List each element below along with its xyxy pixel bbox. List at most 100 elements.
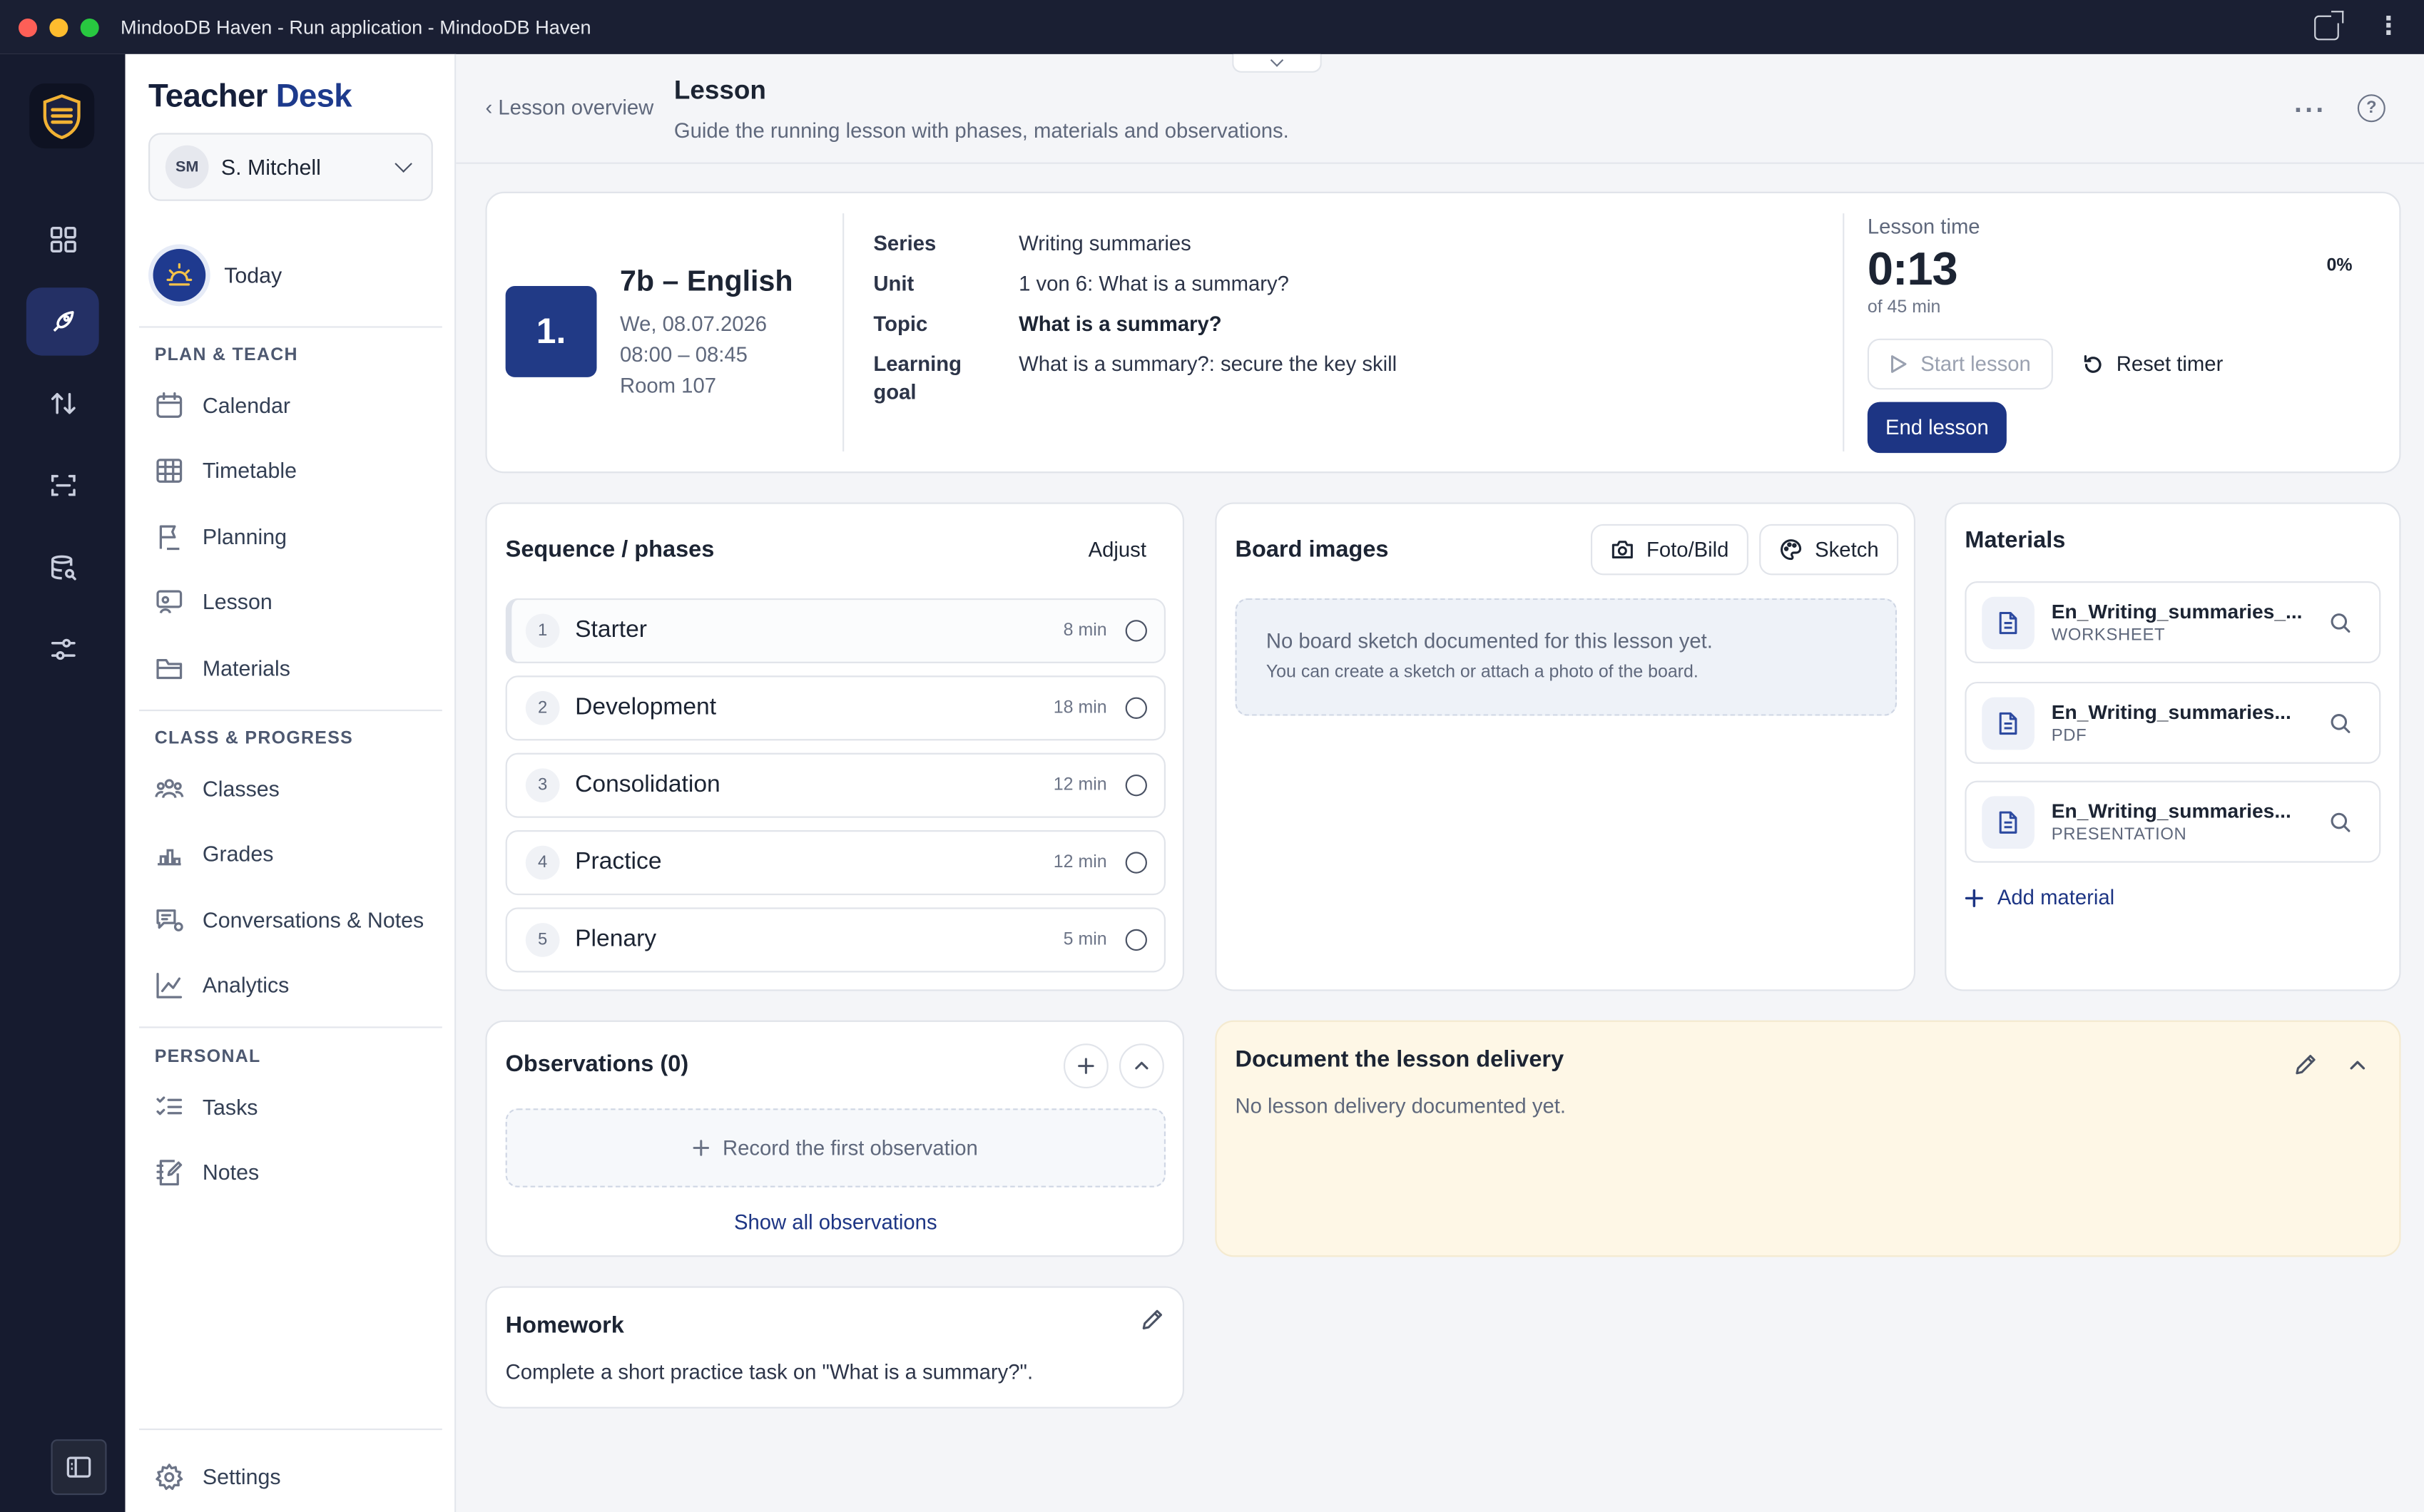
phase-duration: 5 min (1063, 930, 1107, 949)
sidebar-item-label: Analytics (202, 972, 290, 998)
rail-database[interactable] (26, 533, 99, 601)
phase-complete-toggle[interactable] (1125, 620, 1147, 642)
sidebar-item-materials[interactable]: Materials (155, 648, 290, 688)
sidebar-item-grades[interactable]: Grades (155, 833, 273, 873)
close-window-button[interactable] (19, 17, 38, 36)
record-first-observation-button[interactable]: Record the first observation (505, 1108, 1166, 1187)
start-lesson-button[interactable]: Start lesson (1867, 338, 2053, 390)
pencil-icon[interactable] (2294, 1053, 2318, 1076)
phase-row[interactable]: 1 Starter 8 min (505, 598, 1166, 663)
rail-transfer[interactable] (26, 369, 99, 437)
divider (139, 1428, 442, 1431)
search-icon[interactable] (2330, 811, 2351, 832)
phase-row[interactable]: 5 Plenary 5 min (505, 907, 1166, 973)
end-lesson-button[interactable]: End lesson (1867, 402, 2007, 454)
phase-complete-toggle[interactable] (1125, 852, 1147, 874)
back-link-lesson-overview[interactable]: ‹ Lesson overview (485, 96, 653, 119)
sidebar-item-timetable[interactable]: Timetable (155, 450, 297, 490)
add-observation-button[interactable] (1063, 1043, 1109, 1089)
material-name: En_Writing_summaries... (2051, 799, 2291, 823)
phase-row[interactable]: 4 Practice 12 min (505, 830, 1166, 896)
sidebar-item-conversations[interactable]: Conversations & Notes (155, 900, 424, 940)
board-empty-line-2: You can create a sketch or attach a phot… (1266, 663, 1699, 682)
zoom-window-button[interactable] (80, 17, 99, 36)
lesson-progress-percent: 0% (2326, 256, 2353, 275)
sidebar-item-label: Tasks (202, 1094, 258, 1120)
observations-title: Observations (0) (505, 1051, 689, 1078)
homework-title: Homework (505, 1312, 624, 1339)
chevron-up-icon (1135, 1061, 1149, 1070)
sidebar-item-planning[interactable]: Planning (155, 516, 287, 556)
material-item[interactable]: En_Writing_summaries... PDF (1965, 681, 2381, 764)
photo-button[interactable]: Foto/Bild (1590, 523, 1749, 576)
phase-complete-toggle[interactable] (1125, 775, 1147, 797)
transfer-icon (50, 393, 75, 414)
sidebar-item-classes[interactable]: Classes (155, 768, 280, 808)
search-icon[interactable] (2330, 712, 2351, 733)
rail-dashboard[interactable] (26, 205, 99, 273)
more-horizontal-icon[interactable]: ··· (2294, 94, 2326, 127)
board-empty-line-1: No board sketch documented for this less… (1266, 629, 1713, 653)
app-logo[interactable] (29, 83, 95, 149)
reset-timer-button[interactable]: Reset timer (2073, 339, 2232, 390)
divider (139, 709, 442, 712)
adjust-phases-button[interactable]: Adjust (1089, 538, 1146, 561)
minimize-window-button[interactable] (49, 17, 68, 36)
divider (842, 213, 845, 451)
material-type: PRESENTATION (2051, 825, 2187, 844)
collapse-header-toggle[interactable] (1232, 53, 1322, 73)
sliders-icon (50, 638, 75, 660)
header-divider (456, 162, 2424, 164)
chat-icon (156, 909, 183, 931)
phase-complete-toggle[interactable] (1125, 929, 1147, 951)
chevron-up-icon[interactable] (2348, 1056, 2367, 1075)
phase-name: Development (575, 694, 717, 721)
user-select[interactable]: SM S. Mitchell (148, 133, 433, 201)
page-subtitle: Guide the running lesson with phases, ma… (673, 118, 1289, 143)
show-all-observations-link[interactable]: Show all observations (487, 1210, 1184, 1234)
collapse-observations-button[interactable] (1119, 1043, 1164, 1089)
add-material-button[interactable]: Add material (1965, 886, 2114, 909)
sidebar: Teacher Desk SM S. Mitchell Today PLAN &… (125, 53, 457, 1512)
goal-label-line-1: Learning (873, 352, 962, 376)
sidebar-item-settings[interactable]: Settings (155, 1456, 281, 1496)
phase-row[interactable]: 3 Consolidation 12 min (505, 752, 1166, 818)
phase-duration: 18 min (1053, 698, 1107, 717)
sidebar-item-today[interactable]: Today (153, 248, 282, 302)
reset-timer-label: Reset timer (2116, 352, 2224, 376)
more-vertical-icon[interactable]: ⋮ (2376, 14, 2401, 40)
phase-name: Plenary (575, 926, 657, 953)
help-icon[interactable]: ? (2357, 94, 2385, 123)
sidebar-item-analytics[interactable]: Analytics (155, 965, 290, 1005)
phase-duration: 12 min (1053, 776, 1107, 795)
extension-icon[interactable] (2314, 10, 2344, 40)
material-name: En_Writing_summaries... (2051, 700, 2291, 724)
rail-scan[interactable] (26, 451, 99, 519)
divider (139, 1026, 442, 1028)
phase-complete-toggle[interactable] (1125, 697, 1147, 719)
section-class-progress: CLASS & PROGRESS (154, 730, 354, 749)
sidebar-item-notes[interactable]: Notes (155, 1152, 259, 1192)
sidebar-item-label: Classes (202, 776, 280, 801)
material-item[interactable]: En_Writing_summaries... PRESENTATION (1965, 780, 2381, 863)
database-search-icon (50, 555, 76, 581)
phase-name: Consolidation (575, 771, 720, 798)
sidebar-item-calendar[interactable]: Calendar (155, 385, 290, 425)
sidebar-item-tasks[interactable]: Tasks (155, 1087, 258, 1127)
rail-run[interactable] (26, 287, 99, 356)
table-icon (156, 458, 183, 482)
material-item[interactable]: En_Writing_summaries_... WORKSHEET (1965, 581, 2381, 663)
record-first-observation-label: Record the first observation (723, 1136, 978, 1160)
lesson-timer-value: 0:13 (1867, 244, 1958, 296)
phase-row[interactable]: 2 Development 18 min (505, 675, 1166, 741)
lesson-delivery-title: Document the lesson delivery (1235, 1046, 1564, 1073)
pencil-icon[interactable] (1141, 1308, 1164, 1332)
lesson-timer-total: of 45 min (1867, 298, 1941, 317)
search-icon[interactable] (2330, 611, 2351, 633)
sidebar-item-lesson[interactable]: Lesson (155, 581, 273, 621)
rail-settings[interactable] (26, 615, 99, 683)
unit-label: Unit (873, 272, 915, 296)
toggle-sidebar-button[interactable] (51, 1439, 107, 1496)
sketch-button[interactable]: Sketch (1759, 523, 1899, 576)
document-icon (1982, 696, 2035, 750)
